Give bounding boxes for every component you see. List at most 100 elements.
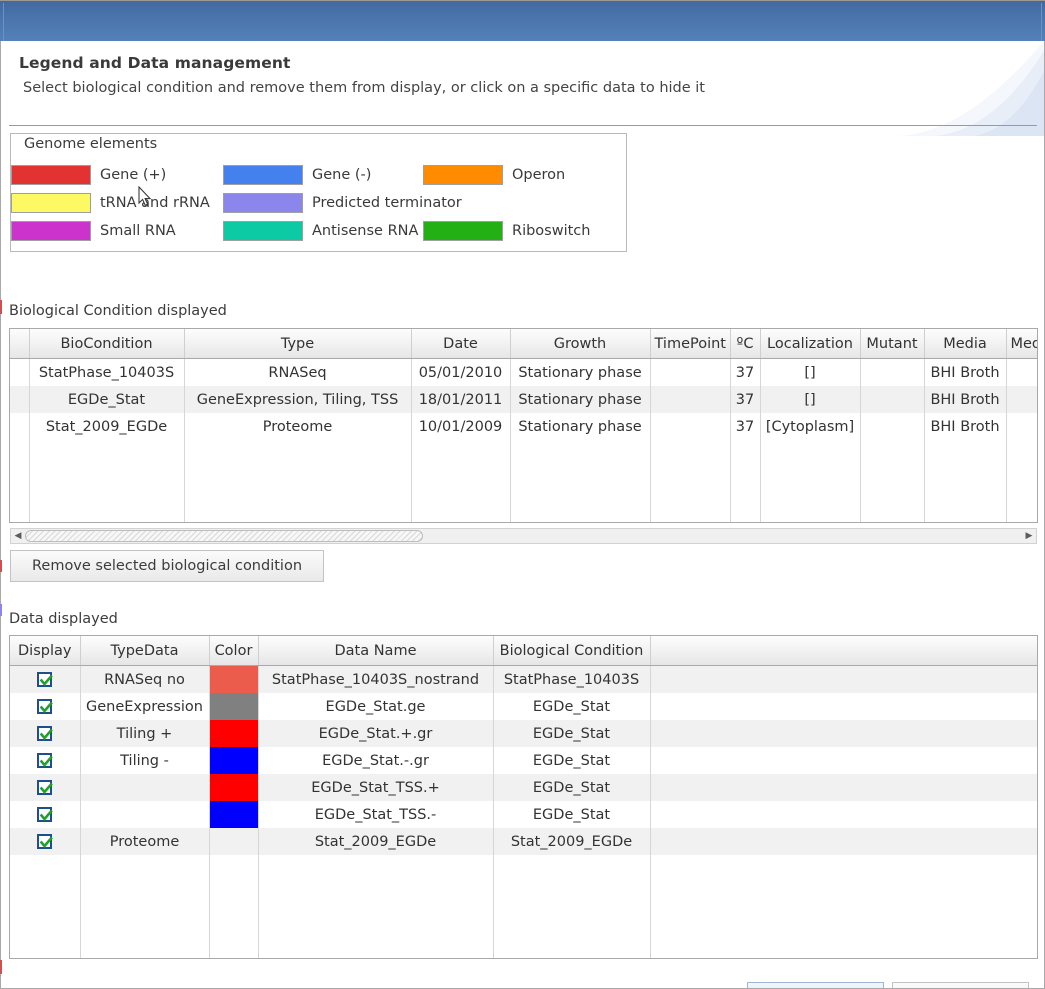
color-swatch[interactable] [210,774,258,801]
bc-cell-mutant[interactable] [860,386,924,413]
bc-cell-temperature[interactable]: 37 [730,413,760,440]
dd-cell-typedata[interactable]: RNASeq no [80,666,209,694]
dd-cell-extra[interactable] [650,774,1037,801]
dd-cell-display[interactable] [10,828,80,855]
dd-cell-extra[interactable] [650,747,1037,774]
dd-cell-typedata[interactable] [80,774,209,801]
dd-cell-dataname[interactable]: EGDe_Stat_TSS.- [258,801,493,828]
table-row[interactable]: Stat_2009_EGDe Proteome 10/01/2009 Stati… [10,413,1037,440]
bc-col-mutant[interactable]: Mutant [860,329,924,359]
bc-cell-date[interactable]: 18/01/2011 [411,386,510,413]
bc-row-handle[interactable] [10,413,29,440]
dd-cell-typedata[interactable]: Tiling + [80,720,209,747]
bc-cell-type[interactable]: Proteome [184,413,411,440]
bc-cell-media[interactable]: BHI Broth [924,359,1006,387]
dd-cell-dataname[interactable]: EGDe_Stat_TSS.+ [258,774,493,801]
bc-cell-growth[interactable]: Stationary phase [510,386,650,413]
dd-cell-extra[interactable] [650,666,1037,694]
dd-cell-display[interactable] [10,666,80,694]
biological-condition-hscrollbar[interactable]: ◀ ▶ [10,528,1037,544]
dd-cell-biocondition[interactable]: EGDe_Stat [493,801,650,828]
bc-cell-growth[interactable]: Stationary phase [510,359,650,387]
bc-cell-date[interactable]: 05/01/2010 [411,359,510,387]
scrollbar-track[interactable] [25,529,1022,543]
bc-row-handle[interactable] [10,386,29,413]
bc-cell-biocondition[interactable]: EGDe_Stat [29,386,184,413]
bc-cell-biocondition[interactable]: Stat_2009_EGDe [29,413,184,440]
table-row[interactable]: EGDe_Stat_TSS.+ EGDe_Stat [10,774,1037,801]
bc-col-media2[interactable]: Medi [1006,329,1037,359]
dd-cell-display[interactable] [10,720,80,747]
dd-cell-biocondition[interactable]: EGDe_Stat [493,774,650,801]
dd-cell-display[interactable] [10,693,80,720]
bc-col-localization[interactable]: Localization [760,329,860,359]
dd-col-display[interactable]: Display [10,636,80,666]
dd-cell-dataname[interactable]: Stat_2009_EGDe [258,828,493,855]
table-row[interactable]: StatPhase_10403S RNASeq 05/01/2010 Stati… [10,359,1037,387]
bc-cell-media[interactable]: BHI Broth [924,386,1006,413]
dd-cell-color[interactable] [209,747,258,774]
dd-col-biocondition[interactable]: Biological Condition [493,636,650,666]
color-swatch[interactable] [210,747,258,774]
scroll-right-arrow-icon[interactable]: ▶ [1022,529,1036,543]
table-row[interactable]: Tiling - EGDe_Stat.-.gr EGDe_Stat [10,747,1037,774]
bc-cell-temperature[interactable]: 37 [730,386,760,413]
dd-cell-color[interactable] [209,801,258,828]
dd-cell-extra[interactable] [650,720,1037,747]
bc-cell-biocondition[interactable]: StatPhase_10403S [29,359,184,387]
dd-cell-typedata[interactable]: Tiling - [80,747,209,774]
bc-col-biocondition[interactable]: BioCondition [29,329,184,359]
color-swatch[interactable] [210,828,258,855]
bc-col-temperature[interactable]: ºC [730,329,760,359]
dd-cell-biocondition[interactable]: EGDe_Stat [493,693,650,720]
dd-col-extra[interactable] [650,636,1037,666]
checkbox-checked-icon[interactable] [37,807,52,822]
table-row[interactable]: GeneExpression EGDe_Stat.ge EGDe_Stat [10,693,1037,720]
checkbox-checked-icon[interactable] [37,780,52,795]
bc-col-type[interactable]: Type [184,329,411,359]
bc-col-timepoint[interactable]: TimePoint [650,329,730,359]
color-swatch[interactable] [210,666,258,693]
dd-cell-extra[interactable] [650,693,1037,720]
bc-cell-mutant[interactable] [860,359,924,387]
bc-cell-localization[interactable]: [] [760,359,860,387]
dd-cell-display[interactable] [10,747,80,774]
bc-cell-timepoint[interactable] [650,413,730,440]
table-row[interactable]: Tiling + EGDe_Stat.+.gr EGDe_Stat [10,720,1037,747]
cancel-button[interactable]: Cancel [892,982,1029,989]
table-empty-area[interactable] [10,440,1037,523]
bc-cell-timepoint[interactable] [650,386,730,413]
data-displayed-table[interactable]: Display TypeData Color Data Name Biologi… [9,635,1038,959]
dd-col-dataname[interactable]: Data Name [258,636,493,666]
dd-cell-typedata[interactable]: GeneExpression [80,693,209,720]
bc-col-growth[interactable]: Growth [510,329,650,359]
ok-button[interactable]: Ok [747,982,884,989]
dd-cell-color[interactable] [209,666,258,694]
table-row[interactable]: RNASeq no StatPhase_10403S_nostrand Stat… [10,666,1037,694]
bc-cell-media2[interactable] [1006,359,1037,387]
bc-cell-media2[interactable] [1006,386,1037,413]
dd-cell-extra[interactable] [650,801,1037,828]
checkbox-checked-icon[interactable] [37,753,52,768]
bc-cell-type[interactable]: RNASeq [184,359,411,387]
dd-cell-display[interactable] [10,774,80,801]
dd-cell-biocondition[interactable]: StatPhase_10403S [493,666,650,694]
bc-cell-localization[interactable]: [] [760,386,860,413]
dd-cell-display[interactable] [10,801,80,828]
bc-row-handle[interactable] [10,359,29,387]
dd-cell-biocondition[interactable]: EGDe_Stat [493,747,650,774]
bc-col-media[interactable]: Media [924,329,1006,359]
dd-cell-typedata[interactable] [80,801,209,828]
dd-cell-dataname[interactable]: EGDe_Stat.+.gr [258,720,493,747]
dd-cell-biocondition[interactable]: Stat_2009_EGDe [493,828,650,855]
dd-cell-extra[interactable] [650,828,1037,855]
dd-cell-color[interactable] [209,828,258,855]
dd-cell-dataname[interactable]: StatPhase_10403S_nostrand [258,666,493,694]
checkbox-checked-icon[interactable] [37,726,52,741]
bc-cell-mutant[interactable] [860,413,924,440]
scroll-left-arrow-icon[interactable]: ◀ [11,529,25,543]
table-empty-area[interactable] [10,855,1037,959]
dd-cell-typedata[interactable]: Proteome [80,828,209,855]
checkbox-checked-icon[interactable] [37,834,52,849]
remove-selected-biological-condition-button[interactable]: Remove selected biological condition [10,550,324,582]
